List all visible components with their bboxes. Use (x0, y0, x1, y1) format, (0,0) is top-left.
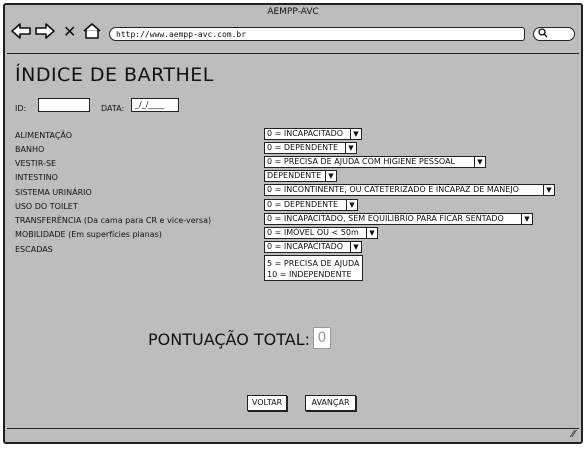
label-escadas: ESCADAS (15, 245, 53, 254)
chevron-down-icon: ▼ (325, 169, 337, 182)
chevron-down-icon: ▼ (521, 212, 533, 225)
label-alimentacao: ALIMENTAÇÃO (15, 131, 73, 140)
chevron-down-icon: ▼ (543, 183, 555, 196)
back-arrow-icon[interactable] (11, 23, 31, 43)
forward-arrow-icon[interactable] (35, 23, 55, 43)
page-content: ÍNDICE DE BARTHEL ID: DATA: _/_/____ ALI… (7, 53, 579, 429)
resize-grip-icon[interactable]: ⁄⁄ (572, 429, 575, 440)
select-alimentacao[interactable]: 0 = INCAPACITADO ▼ (264, 127, 362, 140)
select-vestir[interactable]: 0 = PRECISA DE AJUDA COM HIGIENE PESSOAL… (264, 155, 486, 168)
next-button[interactable]: AVANÇAR (305, 395, 356, 411)
back-button[interactable]: VOLTAR (247, 395, 287, 411)
label-transferencia: TRANSFERÊNCIA (Da cama para CR e vice-ve… (15, 216, 212, 225)
select-uso-toilet[interactable]: 0 = DEPENDENTE ▼ (264, 198, 358, 211)
chevron-down-icon: ▼ (346, 198, 358, 211)
total-score-label: PONTUAÇÃO TOTAL: (148, 330, 311, 349)
browser-toolbar: ✕ http://www.aempp-avc.com.br (5, 19, 581, 49)
select-banho[interactable]: 0 = DEPENDENTE ▼ (264, 141, 357, 154)
select-transferencia[interactable]: 0 = INCAPACITADO, SEM EQUILIBRIO PARA FI… (264, 212, 533, 225)
escadas-dropdown-list: 5 = PRECISA DE AJUDA 10 = INDEPENDENTE (264, 255, 363, 281)
status-bar: ⁄⁄ (5, 426, 581, 442)
label-uso-toilet: USO DO TOILET (15, 202, 78, 211)
data-input[interactable]: _/_/____ (131, 98, 179, 112)
select-intestino[interactable]: DEPENDENTE ▼ (264, 169, 337, 182)
id-label: ID: (15, 104, 27, 113)
chevron-down-icon: ▼ (345, 141, 357, 154)
id-input[interactable] (38, 98, 90, 112)
search-box[interactable] (533, 27, 575, 41)
label-mobilidade: MOBILIDADE (Em superfícies planas) (15, 230, 162, 239)
label-vestir: VESTIR-SE (15, 159, 57, 168)
chevron-down-icon: ▼ (366, 226, 378, 239)
home-icon[interactable] (83, 23, 101, 43)
label-intestino: INTESTINO (15, 173, 58, 182)
chevron-down-icon: ▼ (474, 155, 486, 168)
close-icon[interactable]: ✕ (63, 23, 76, 40)
escadas-option[interactable]: 5 = PRECISA DE AJUDA (267, 258, 360, 269)
label-sistema-urinario: SISTEMA URINÁRIO (15, 188, 92, 197)
data-label: DATA: (101, 104, 125, 113)
chevron-down-icon: ▼ (350, 240, 362, 253)
escadas-option[interactable]: 10 = INDEPENDENTE (267, 269, 360, 280)
page-title: ÍNDICE DE BARTHEL (15, 64, 214, 86)
select-escadas[interactable]: 0 = INCAPACITADO ▼ (264, 240, 362, 253)
url-bar[interactable]: http://www.aempp-avc.com.br (109, 27, 525, 41)
label-banho: BANHO (15, 145, 45, 154)
window-title: AEMPP-AVC (267, 7, 319, 17)
chevron-down-icon: ▼ (350, 127, 362, 140)
select-mobilidade[interactable]: 0 = IMÓVEL OU < 50m ▼ (264, 226, 378, 239)
search-icon (538, 28, 548, 42)
browser-window: AEMPP-AVC ✕ http://www.aempp-avc.com.br … (3, 3, 583, 444)
select-sistema-urinario[interactable]: 0 = INCONTINENTE, OU CATETERIZADO E INCA… (264, 183, 555, 196)
total-score-value: 0 (313, 327, 331, 349)
